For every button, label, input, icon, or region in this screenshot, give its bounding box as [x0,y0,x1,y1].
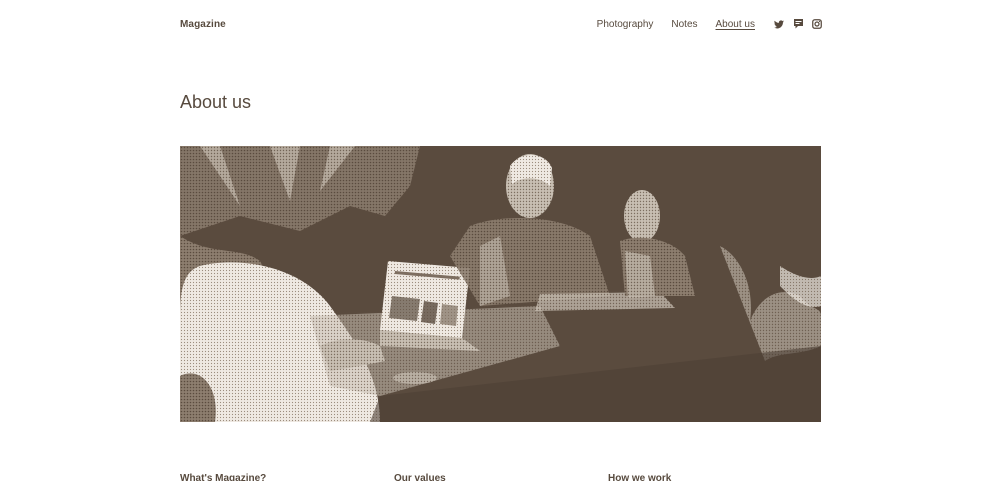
nav-notes[interactable]: Notes [671,19,697,30]
nav-about-us[interactable]: About us [716,19,755,30]
nav-photography[interactable]: Photography [597,19,654,30]
section-heading-how-we-work: How we work [608,473,672,481]
section-heading-our-values: Our values [394,473,446,481]
hero-photo-illustration [180,146,821,422]
hero-photo [180,146,821,422]
section-heading-whats-magazine: What's Magazine? [180,473,267,481]
brand-logo[interactable]: Magazine [180,19,226,30]
instagram-icon[interactable] [812,19,822,29]
main-nav: Photography Notes About us [579,19,822,30]
page-title: About us [180,92,252,112]
social-icons [774,19,822,29]
page: Magazine Photography Notes About us Abou… [0,0,1000,481]
site-header: Magazine Photography Notes About us [180,14,822,34]
chat-icon[interactable] [793,19,803,29]
info-columns: What's Magazine? Our values How we work [180,473,822,481]
twitter-icon[interactable] [774,19,784,29]
